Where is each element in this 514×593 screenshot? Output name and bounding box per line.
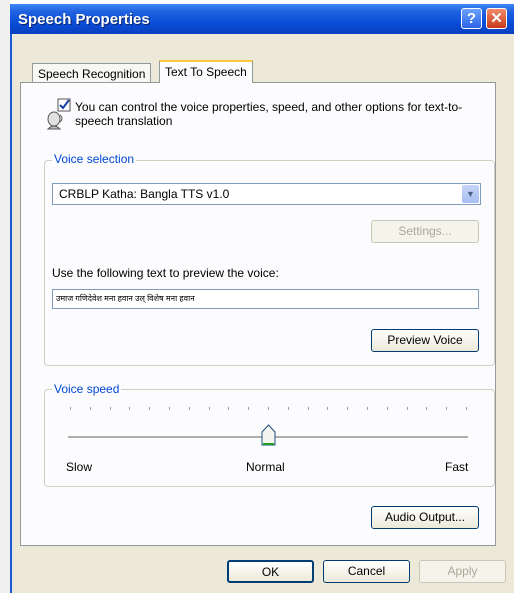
preview-label: Use the following text to preview the vo… bbox=[52, 266, 279, 280]
fast-label: Fast bbox=[445, 460, 469, 474]
tab-label: Text To Speech bbox=[165, 65, 247, 79]
slider-tick bbox=[90, 407, 91, 410]
background-window-edge bbox=[0, 0, 10, 593]
speed-slider-thumb[interactable] bbox=[261, 424, 276, 447]
slider-tick bbox=[288, 407, 289, 410]
question-icon: ? bbox=[466, 10, 477, 27]
voice-selection-label: Voice selection bbox=[52, 152, 137, 166]
tab-label: Speech Recognition bbox=[38, 67, 146, 81]
slider-tick bbox=[426, 407, 427, 410]
apply-button[interactable]: Apply bbox=[419, 560, 506, 583]
slider-tick bbox=[70, 407, 71, 410]
help-button[interactable]: ? bbox=[461, 8, 482, 29]
speaking-head-icon bbox=[46, 98, 71, 130]
slider-tick bbox=[466, 407, 467, 410]
slider-tick bbox=[189, 407, 190, 410]
preview-voice-button[interactable]: Preview Voice bbox=[371, 329, 479, 352]
slider-tick bbox=[446, 407, 447, 410]
close-button[interactable]: ✕ bbox=[486, 8, 507, 29]
close-x-icon: ✕ bbox=[490, 10, 503, 27]
slider-tick bbox=[228, 407, 229, 410]
settings-button[interactable]: Settings... bbox=[371, 220, 479, 243]
slider-tick bbox=[110, 407, 111, 410]
preview-text-field[interactable]: उमाज गणिदेवेश मना हवान उल् विशेष मना हवा… bbox=[52, 289, 479, 309]
slider-tick bbox=[407, 407, 408, 410]
voice-speed-label: Voice speed bbox=[52, 382, 122, 396]
cancel-button[interactable]: Cancel bbox=[323, 560, 410, 583]
chevron-down-icon[interactable]: ▼ bbox=[462, 185, 479, 203]
slider-tick bbox=[248, 407, 249, 410]
audio-output-button[interactable]: Audio Output... bbox=[371, 506, 479, 529]
voice-dropdown[interactable]: CRBLP Katha: Bangla TTS v1.0 ▼ bbox=[52, 183, 481, 205]
slow-label: Slow bbox=[66, 460, 93, 474]
ok-button[interactable]: OK bbox=[227, 560, 314, 583]
slider-tick bbox=[209, 407, 210, 410]
slider-tick bbox=[387, 407, 388, 410]
tab-text-to-speech[interactable]: Text To Speech bbox=[159, 60, 253, 83]
slider-tick bbox=[268, 407, 269, 410]
slider-tick bbox=[308, 407, 309, 410]
description-text: You can control the voice properties, sp… bbox=[75, 100, 463, 128]
selected-voice: CRBLP Katha: Bangla TTS v1.0 bbox=[59, 187, 230, 201]
title-bar[interactable]: Speech Properties ? ✕ bbox=[10, 4, 514, 34]
slider-tick bbox=[347, 407, 348, 410]
slider-tick bbox=[327, 407, 328, 410]
slider-tick bbox=[149, 407, 150, 410]
window-title: Speech Properties bbox=[18, 11, 150, 28]
slider-tick bbox=[129, 407, 130, 410]
slider-tick bbox=[169, 407, 170, 410]
normal-label: Normal bbox=[246, 460, 285, 474]
slider-tick bbox=[367, 407, 368, 410]
tab-speech-recognition[interactable]: Speech Recognition bbox=[32, 63, 152, 83]
